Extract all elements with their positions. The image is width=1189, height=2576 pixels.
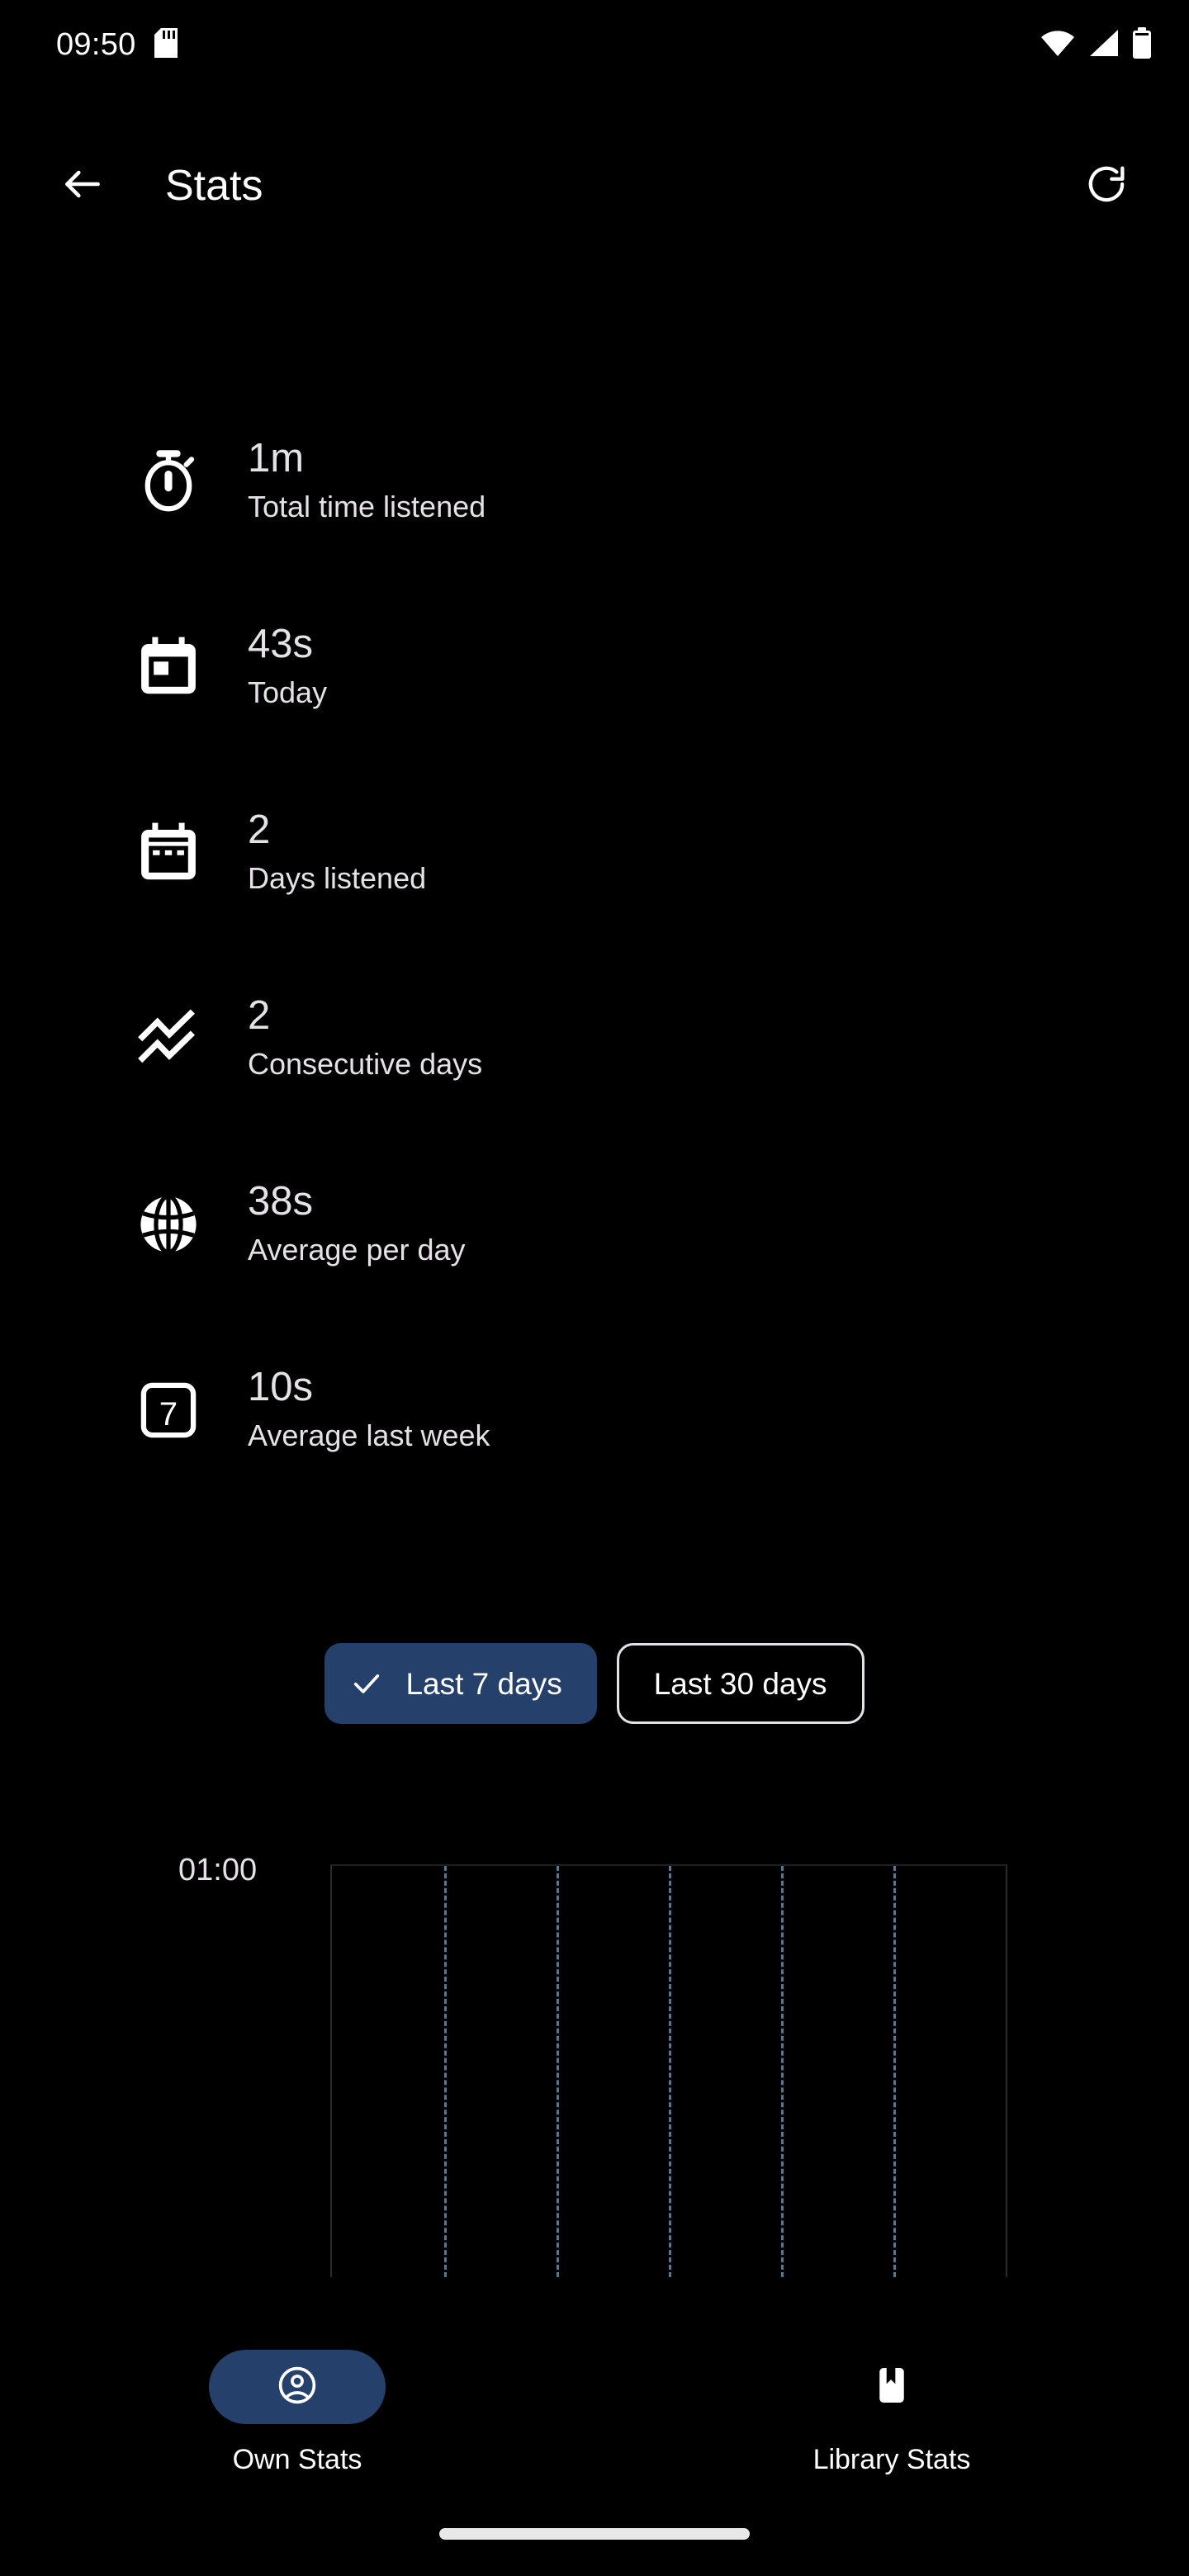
nav-indicator xyxy=(803,2350,980,2424)
nav-label: Own Stats xyxy=(232,2444,362,2475)
globe-icon xyxy=(134,1190,203,1259)
stat-value: 2 xyxy=(248,993,271,1039)
stat-text: 2 Days listened xyxy=(248,807,426,898)
bottom-navigation: Own Stats Library Stats xyxy=(0,2328,1189,2493)
status-bar-right xyxy=(1040,26,1153,63)
chart-gridline xyxy=(669,1866,671,2277)
stat-label: Total time listened xyxy=(248,490,486,523)
back-button[interactable] xyxy=(36,140,129,232)
seven-box-icon: 7 xyxy=(134,1376,203,1445)
nav-item-library-stats[interactable]: Library Stats xyxy=(594,2328,1189,2493)
check-icon xyxy=(349,1666,384,1701)
stat-text: 10s Average last week xyxy=(248,1364,490,1456)
stat-row-consecutive-days: 2 Consecutive days xyxy=(0,945,1189,1131)
app-screen: 09:50 Stats 1m Total time listened 43s T… xyxy=(0,0,1189,2576)
battery-icon xyxy=(1131,26,1153,63)
chart-y-axis-label: 01:00 xyxy=(178,1853,258,1887)
status-bar-left: 09:50 xyxy=(56,27,178,62)
status-clock: 09:50 xyxy=(56,27,136,62)
stat-value: 2 xyxy=(248,807,271,853)
stat-value: 43s xyxy=(248,622,314,667)
chart-gridline xyxy=(780,1866,784,2277)
home-indicator[interactable] xyxy=(439,2528,750,2540)
account-circle-icon xyxy=(276,2364,319,2411)
stat-label: Today xyxy=(248,675,328,709)
calendar-today-icon xyxy=(134,632,203,702)
nav-active-indicator xyxy=(209,2350,386,2424)
stat-value: 10s xyxy=(248,1365,314,1410)
refresh-icon xyxy=(1084,162,1129,211)
chip-label: Last 7 days xyxy=(405,1666,562,1701)
stat-label: Average per day xyxy=(248,1233,466,1267)
refresh-button[interactable] xyxy=(1060,140,1153,232)
stat-label: Average last week xyxy=(248,1418,490,1452)
nav-label: Library Stats xyxy=(812,2444,971,2475)
stat-row-average-per-day: 38s Average per day xyxy=(0,1131,1189,1317)
stat-value: 1m xyxy=(248,436,305,481)
chart-gridline xyxy=(556,1866,559,2277)
chart-gridline xyxy=(893,1866,896,2277)
chart-plot-area[interactable] xyxy=(330,1864,1007,2277)
nav-item-own-stats[interactable]: Own Stats xyxy=(0,2328,594,2493)
stat-label: Consecutive days xyxy=(248,1047,483,1081)
bookmark-book-icon xyxy=(870,2364,913,2411)
trending-lines-icon xyxy=(134,1004,203,1073)
stopwatch-icon xyxy=(134,447,203,516)
page-title: Stats xyxy=(165,162,263,210)
status-bar: 09:50 xyxy=(0,0,1189,89)
stat-text: 43s Today xyxy=(248,621,327,713)
back-arrow-icon xyxy=(59,161,106,211)
stat-row-average-last-week: 7 10s Average last week xyxy=(0,1317,1189,1503)
svg-text:7: 7 xyxy=(159,1395,178,1432)
wifi-icon xyxy=(1040,28,1075,62)
stat-text: 38s Average per day xyxy=(248,1178,466,1270)
sd-card-icon xyxy=(154,27,178,62)
stat-label: Days listened xyxy=(248,861,427,895)
stat-row-today: 43s Today xyxy=(0,574,1189,760)
stat-text: 2 Consecutive days xyxy=(248,992,482,1084)
stat-text: 1m Total time listened xyxy=(248,435,486,527)
cellular-signal-icon xyxy=(1087,28,1120,62)
range-filter-chips: Last 7 days Last 30 days xyxy=(0,1643,1189,1724)
stat-value: 38s xyxy=(248,1179,314,1224)
app-bar: Stats xyxy=(0,132,1189,239)
chart-gridline xyxy=(443,1866,447,2277)
listening-chart: 01:00 xyxy=(0,1841,1189,2337)
stat-row-total-time: 1m Total time listened xyxy=(0,388,1189,574)
chip-label: Last 30 days xyxy=(653,1666,827,1701)
chip-last-7-days[interactable]: Last 7 days xyxy=(324,1643,597,1724)
calendar-days-icon xyxy=(134,818,203,888)
stats-list: 1m Total time listened 43s Today 2 Days … xyxy=(0,388,1189,1503)
stat-row-days-listened: 2 Days listened xyxy=(0,760,1189,945)
chip-last-30-days[interactable]: Last 30 days xyxy=(616,1643,865,1724)
